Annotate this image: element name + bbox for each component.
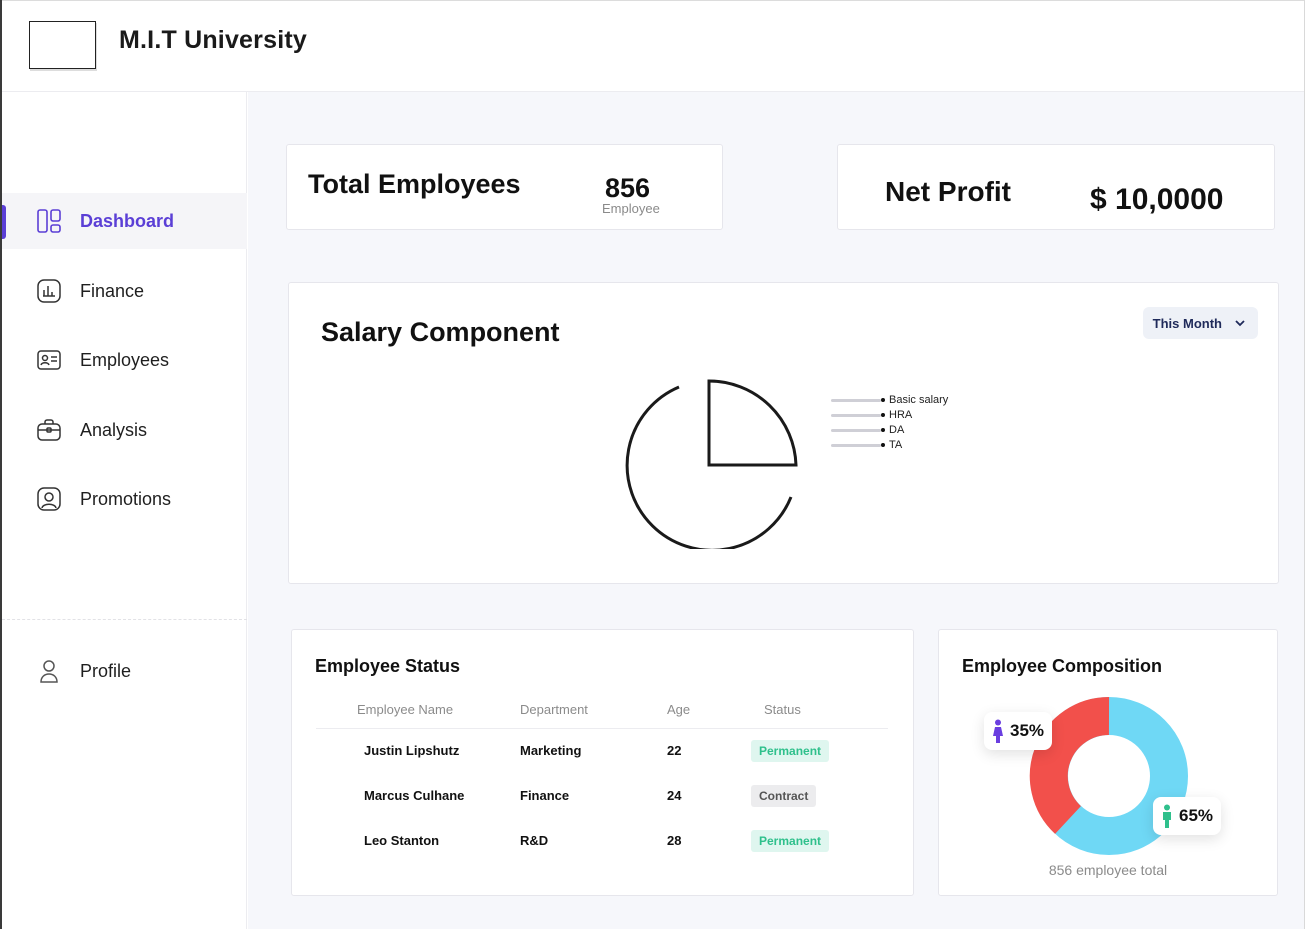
sidebar-item-label: Finance	[80, 280, 145, 301]
total-employees-value: 856	[605, 173, 651, 203]
sidebar-item-label: Employees	[80, 349, 170, 370]
employee-department: Finance	[520, 788, 570, 803]
male-percentage-chip: 65%	[1153, 797, 1222, 835]
legend-dot	[881, 443, 885, 447]
employee-department: R&D	[520, 833, 549, 848]
female-icon	[993, 719, 1003, 743]
table-row[interactable]: Marcus Culhane Finance 24 Contract	[316, 773, 888, 818]
employee-name: Justin Lipshutz	[364, 743, 460, 759]
sidebar-item-employees[interactable]: Employees	[2, 332, 247, 388]
column-header-status[interactable]: Status	[746, 692, 888, 729]
employee-department: Marketing	[520, 743, 582, 759]
table-header-row: Employee Name Department Age Status	[316, 692, 888, 729]
employee-name: Leo Stanton	[364, 833, 440, 848]
employee-composition-title: Employee Composition	[962, 656, 1163, 676]
salary-component-card: Salary Component This Month Basic salary…	[288, 282, 1279, 584]
sidebar-item-analysis[interactable]: Analysis	[2, 402, 247, 458]
legend-line	[831, 399, 881, 402]
sidebar-item-label: Dashboard	[80, 210, 175, 231]
legend-item: HRA	[831, 408, 1011, 423]
legend-label: TA	[889, 439, 903, 451]
legend-line	[831, 429, 881, 432]
pie-slice	[707, 379, 798, 467]
sidebar-item-promotions[interactable]: Promotions	[2, 471, 247, 527]
sidebar-item-label: Promotions	[80, 488, 172, 509]
sidebar-item-label: Analysis	[80, 419, 148, 440]
table-row[interactable]: Leo Stanton R&D 28 Permanent	[316, 818, 888, 863]
sidebar-item-finance[interactable]: Finance	[2, 263, 247, 319]
salary-component-title: Salary Component	[321, 317, 560, 347]
app-title: M.I.T University	[119, 26, 307, 54]
legend-dot	[881, 413, 885, 417]
net-profit-title: Net Profit	[885, 176, 1011, 207]
column-header-age[interactable]: Age	[659, 692, 746, 729]
legend-label: HRA	[889, 409, 913, 421]
status-badge: Permanent	[751, 829, 830, 852]
status-badge: Contract	[751, 784, 817, 807]
employee-age: 22	[667, 743, 682, 759]
employee-total-caption: 856 employee total	[1048, 862, 1168, 878]
id-card-icon	[36, 347, 62, 373]
user-badge-icon	[36, 486, 62, 512]
chevron-down-icon	[1235, 320, 1245, 327]
female-percentage-chip: 35%	[984, 712, 1053, 750]
table-row[interactable]: Justin Lipshutz Marketing 22 Permanent	[316, 728, 888, 773]
female-percentage: 35%	[1010, 721, 1045, 740]
period-dropdown[interactable]: This Month	[1142, 307, 1258, 339]
sidebar-item-label: Profile	[80, 660, 132, 681]
legend-line	[831, 444, 881, 447]
logo-placeholder[interactable]	[29, 21, 96, 69]
column-header-department[interactable]: Department	[506, 692, 659, 729]
employee-composition-card: Employee Composition 35% 65% 856 employe…	[938, 629, 1278, 896]
legend-label: DA	[889, 424, 905, 436]
total-employees-card: Total Employees 856 Employee	[286, 144, 723, 230]
legend-dot	[881, 428, 885, 432]
employee-status-table: Employee Name Department Age Status Just…	[316, 692, 888, 863]
legend-item: Basic salary	[831, 393, 1011, 408]
total-employees-title: Total Employees	[308, 169, 521, 199]
legend-dot	[881, 398, 885, 402]
sidebar: Dashboard Finance Employees Analysis Pro…	[2, 92, 247, 929]
status-badge: Permanent	[751, 739, 830, 762]
legend-item: TA	[831, 438, 1011, 453]
legend-item: DA	[831, 423, 1011, 438]
salary-legend: Basic salary HRA DA TA	[831, 393, 1011, 453]
employee-name: Marcus Culhane	[364, 788, 465, 803]
user-icon	[36, 658, 62, 684]
briefcase-icon	[36, 417, 62, 443]
sidebar-item-profile[interactable]: Profile	[2, 643, 247, 699]
male-icon	[1163, 804, 1171, 828]
top-header: M.I.T University	[2, 0, 1304, 92]
main-content: Total Employees 856 Employee Net Profit …	[248, 92, 1304, 929]
legend-label: Basic salary	[889, 394, 949, 406]
sidebar-divider	[2, 619, 247, 620]
legend-line	[831, 414, 881, 417]
sidebar-item-dashboard[interactable]: Dashboard	[2, 193, 247, 249]
total-employees-unit: Employee	[602, 201, 660, 216]
column-header-name[interactable]: Employee Name	[316, 692, 506, 729]
finance-chart-icon	[36, 278, 62, 304]
male-percentage: 65%	[1179, 806, 1214, 825]
period-dropdown-label: This Month	[1152, 315, 1222, 331]
salary-pie-chart	[625, 379, 798, 549]
employee-age: 24	[667, 788, 682, 803]
net-profit-value: $ 10,0000	[1090, 183, 1224, 216]
employee-status-card: Employee Status Employee Name Department…	[291, 629, 914, 896]
female-segment	[1029, 696, 1110, 834]
active-indicator	[2, 205, 6, 239]
employee-age: 28	[667, 833, 682, 848]
dashboard-icon	[36, 208, 62, 234]
net-profit-card: Net Profit $ 10,0000	[837, 144, 1275, 230]
employee-status-title: Employee Status	[315, 656, 461, 676]
